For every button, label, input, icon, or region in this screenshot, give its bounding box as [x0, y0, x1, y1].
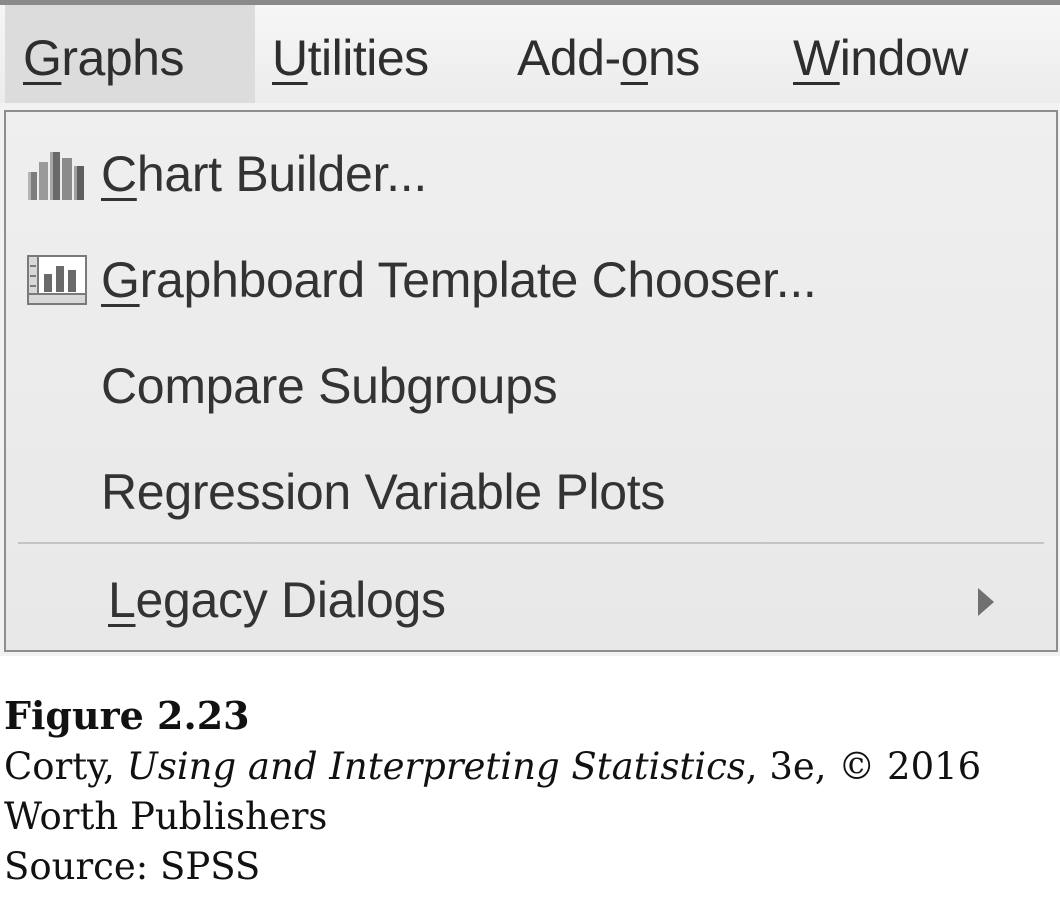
figure-caption: Figure 2.23 Corty, Using and Interpretin…	[4, 690, 981, 892]
menu-bar: Graphs Utilities Add-ons Window	[0, 5, 1060, 103]
figure-number: Figure 2.23	[4, 693, 250, 738]
graphboard-icon	[27, 255, 87, 305]
menu-item-graphboard-template-chooser[interactable]: Graphboard Template Chooser...	[6, 228, 1056, 332]
graphs-dropdown-menu: Chart Builder... Graphboard Template Cho…	[4, 110, 1058, 652]
menu-item-legacy-dialogs[interactable]: Legacy Dialogs	[6, 548, 1056, 652]
menu-item-chart-builder[interactable]: Chart Builder...	[6, 122, 1056, 226]
citation-line: Corty, Using and Interpreting Statistics…	[4, 742, 981, 792]
menu-item-regression-variable-plots[interactable]: Regression Variable Plots	[6, 440, 1056, 544]
menu-graphs[interactable]: Graphs	[5, 5, 255, 103]
submenu-arrow-icon	[978, 588, 994, 616]
menu-item-compare-subgroups[interactable]: Compare Subgroups	[6, 334, 1056, 438]
menu-separator	[18, 542, 1044, 544]
menu-item-label: Regression Variable Plots	[101, 464, 666, 520]
citation-book-title: Using and Interpreting Statistics	[126, 745, 746, 788]
citation-publisher: Worth Publishers	[4, 795, 328, 838]
citation-source: Source: SPSS	[4, 845, 261, 888]
menu-item-label: Compare Subgroups	[101, 358, 558, 414]
menu-item-label: Chart Builder...	[101, 146, 427, 202]
menu-utilities[interactable]: Utilities	[272, 5, 429, 103]
menu-item-label: Legacy Dialogs	[108, 572, 446, 628]
spss-window: Graphs Utilities Add-ons Window Chart Bu…	[0, 0, 1060, 656]
citation-author: Corty,	[4, 745, 127, 788]
menu-add-ons[interactable]: Add-ons	[517, 5, 700, 103]
menu-window[interactable]: Window	[793, 5, 968, 103]
chart-builder-icon	[28, 152, 84, 200]
citation-edition: , 3e, © 2016	[745, 745, 982, 788]
menu-item-label: Graphboard Template Chooser...	[101, 252, 817, 308]
